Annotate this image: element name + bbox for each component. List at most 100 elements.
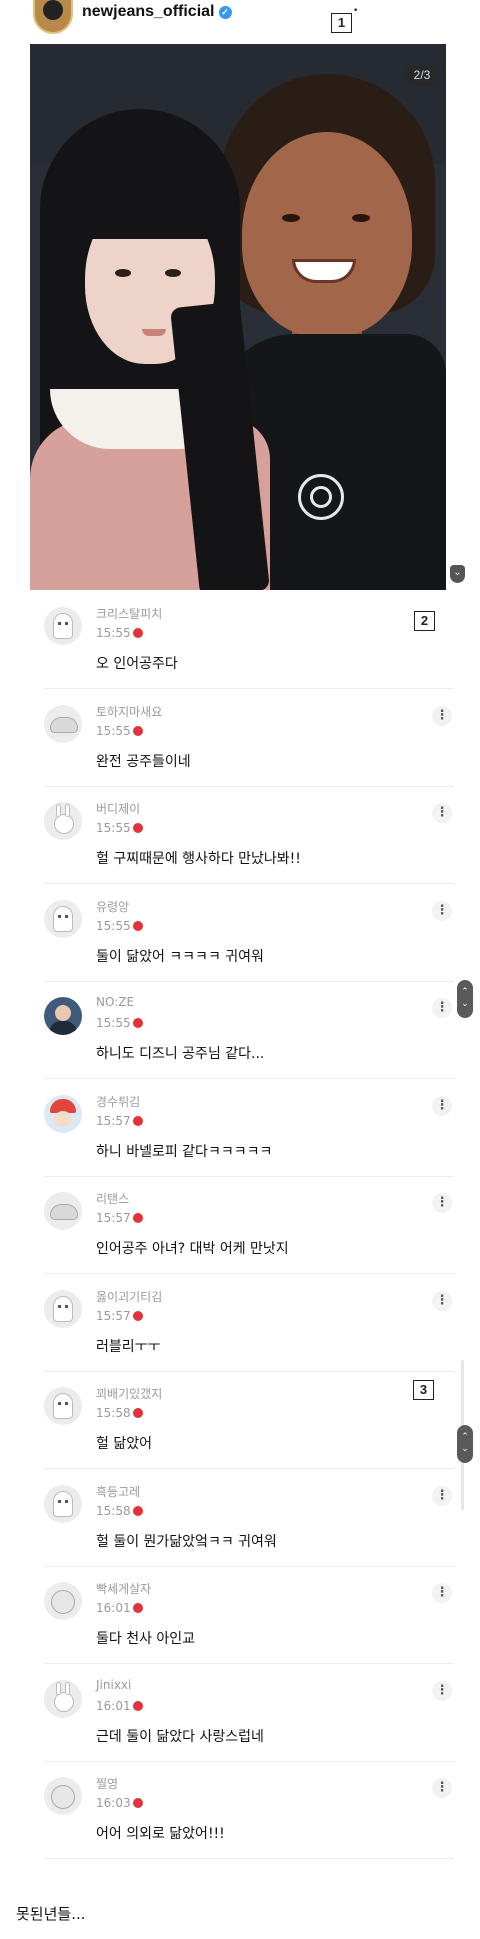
comment-time-row: 15:57 [96,1114,143,1128]
commenter-name[interactable]: 꾀배기있갰지 [96,1385,162,1402]
comment-time: 15:57 [96,1114,131,1128]
comment-time-row: 16:01 [96,1601,143,1615]
comment-item[interactable]: 찔영 16:03 어어 의외로 닮았어!!! ⋮ [44,1763,454,1859]
comment-item[interactable]: NO:ZE 15:55 하니도 디즈니 공주님 같다... ⋮ [44,983,454,1079]
commenter-name[interactable]: 찔영 [96,1775,118,1792]
commenter-avatar[interactable] [44,1290,82,1328]
red-badge-icon [132,1018,143,1028]
username-row[interactable]: newjeans_official ✓ [82,3,232,21]
commenter-name[interactable]: 크리스탈피치 [96,605,162,622]
comment-text: 헐 구찌때문에 행사하다 만났나봐!! [96,851,301,867]
more-options-icon[interactable]: ⋮ [432,901,452,921]
chevron-down-icon[interactable]: ⌄ [450,565,465,583]
comment-divider [44,786,454,787]
red-badge-icon [132,1408,143,1418]
comment-item[interactable]: 흑등고레 15:58 헐 둘이 뭔가닮았엌ㅋㅋ 귀여워 ⋮ [44,1471,454,1567]
image-counter: 2/3 [404,64,440,86]
comment-item[interactable]: 유령앙 15:55 둘이 닮았어 ㅋㅋㅋㅋ 귀여워 ⋮ [44,886,454,982]
verified-check-icon: ✓ [218,6,232,19]
commenter-avatar[interactable] [44,1192,82,1230]
commenter-avatar[interactable] [44,1777,82,1815]
commenter-name[interactable]: 유령앙 [96,898,129,915]
comment-text: 헐 둘이 뭔가닮았엌ㅋㅋ 귀여워 [96,1534,277,1550]
post-photo[interactable]: 2/3 [30,44,446,590]
more-options-icon[interactable]: ⋮ [432,998,452,1018]
comment-time: 15:55 [96,821,131,835]
more-options-icon[interactable]: ⋮ [432,803,452,823]
commenter-name[interactable]: 흑등고레 [96,1483,140,1500]
comment-divider [44,1371,454,1372]
commenter-name[interactable]: 빡세게살자 [96,1580,151,1597]
more-options-icon[interactable]: ⋮ [432,1096,452,1116]
red-badge-icon [132,1506,143,1516]
comment-time-row: 15:57 [96,1211,143,1225]
comment-time-row: 16:03 [96,1796,143,1810]
comment-item[interactable]: 꾀배기있갰지 15:58 헐 닮았어 [44,1373,454,1469]
commenter-name[interactable]: 경수튀김 [96,1093,140,1110]
commenter-name[interactable]: 토하지마새요 [96,703,162,720]
marker-2: 2 [414,611,435,631]
comment-item[interactable]: 버디제이 15:55 헐 구찌때문에 행사하다 만났나봐!! ⋮ [44,788,454,884]
commenter-avatar[interactable] [44,802,82,840]
comment-item[interactable]: 크리스탈피치 15:55 오 인어공주다 [44,593,454,689]
comment-time: 15:55 [96,919,131,933]
commenter-name[interactable]: NO:ZE [96,995,134,1009]
commenter-avatar[interactable] [44,1387,82,1425]
comment-time: 16:01 [96,1601,131,1615]
comment-text: 하니도 디즈니 공주님 같다... [96,1046,265,1062]
scroll-handle-lower[interactable]: ⌃ ⌄ [457,1425,473,1463]
commenter-name[interactable]: Jinixxi [96,1678,131,1692]
comment-text: 완전 공주들이네 [96,754,191,770]
marker-3: 3 [413,1380,434,1400]
more-options-icon[interactable]: ⋮ [432,1291,452,1311]
comment-time: 15:58 [96,1504,131,1518]
comment-divider [44,1566,454,1567]
commenter-name[interactable]: 옳이괴기티김 [96,1288,162,1305]
comment-text: 러블리ㅜㅜ [96,1339,161,1355]
comment-item[interactable]: 옳이괴기티김 15:57 러블리ㅜㅜ ⋮ [44,1276,454,1372]
commenter-avatar[interactable] [44,1485,82,1523]
comment-time-row: 15:57 [96,1309,143,1323]
more-options-icon[interactable]: ⋮ [432,1681,452,1701]
commenter-avatar[interactable] [44,705,82,743]
comment-time: 15:55 [96,1016,131,1030]
red-badge-icon [132,628,143,638]
red-badge-icon [132,1798,143,1808]
commenter-avatar[interactable] [44,900,82,938]
red-badge-icon [132,1701,143,1711]
profile-avatar[interactable] [33,0,73,34]
red-badge-icon [132,1311,143,1321]
comment-item[interactable]: 리탠스 15:57 인어공주 아녀? 대박 어케 만낫지 ⋮ [44,1178,454,1274]
comment-item[interactable]: 빡세게살자 16:01 둘다 천사 아인교 ⋮ [44,1568,454,1664]
comment-item[interactable]: Jinixxi 16:01 근데 둘이 닮았다 사랑스럽네 ⋮ [44,1666,454,1762]
comment-text: 인어공주 아녀? 대박 어케 만낫지 [96,1241,289,1257]
comment-time: 15:57 [96,1309,131,1323]
comment-time: 15:57 [96,1211,131,1225]
more-options-icon[interactable]: ⋮ [432,1583,452,1603]
more-options-icon[interactable]: ⋮ [432,1486,452,1506]
more-options-icon[interactable]: ⋮ [432,1778,452,1798]
commenter-avatar[interactable] [44,997,82,1035]
comment-divider [44,1078,454,1079]
commenter-name[interactable]: 버디제이 [96,800,140,817]
commenter-avatar[interactable] [44,1095,82,1133]
comment-divider [44,1468,454,1469]
commenter-avatar[interactable] [44,1582,82,1620]
username[interactable]: newjeans_official [82,3,215,20]
comment-item[interactable]: 경수튀김 15:57 하니 바넬로피 같다ㅋㅋㅋㅋㅋ ⋮ [44,1081,454,1177]
commenter-name[interactable]: 리탠스 [96,1190,129,1207]
comment-divider [44,981,454,982]
red-badge-icon [132,1116,143,1126]
comment-time-row: 15:55 [96,1016,143,1030]
red-badge-icon [132,726,143,736]
more-options-icon[interactable]: ⋮ [432,1193,452,1213]
post-header: newjeans_official ✓ 1 • [0,0,480,42]
commenter-avatar[interactable] [44,607,82,645]
comment-time: 15:55 [96,724,131,738]
more-options-icon[interactable]: ⋮ [432,706,452,726]
scroll-handle-upper[interactable]: ⌃ ⌄ [457,980,473,1018]
commenter-avatar[interactable] [44,1680,82,1718]
comment-item[interactable]: 토하지마새요 15:55 완전 공주들이네 ⋮ [44,691,454,787]
comment-divider [44,1858,454,1859]
comment-time: 15:55 [96,626,131,640]
